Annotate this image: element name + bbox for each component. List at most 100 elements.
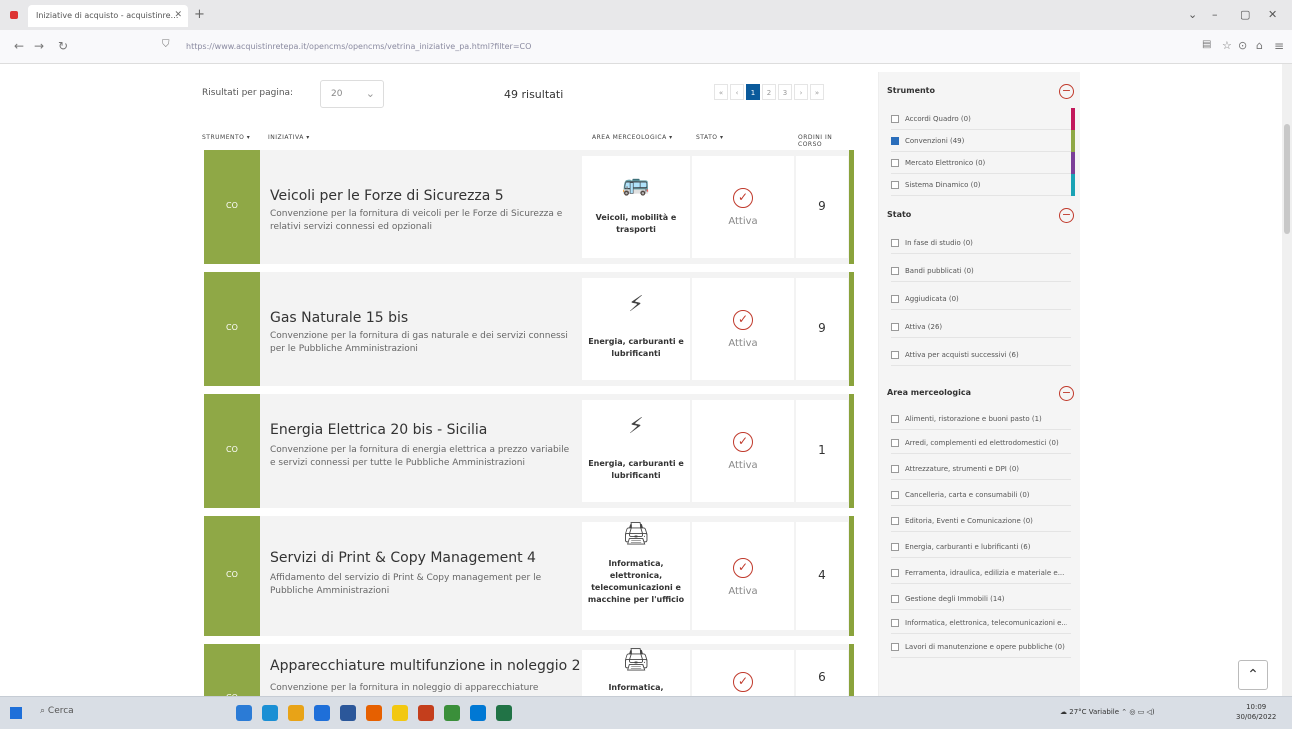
initiative-card[interactable]: CO Veicoli per le Forze di Sicurezza 5 C… xyxy=(204,150,854,264)
store-icon[interactable] xyxy=(314,705,330,721)
powerpoint-icon[interactable] xyxy=(418,705,434,721)
chrome-icon[interactable] xyxy=(288,705,304,721)
filter-option[interactable]: Mercato Elettronico (0) xyxy=(891,152,1075,174)
filter-option[interactable]: Energia, carburanti e lubrificanti (6) xyxy=(891,536,1071,558)
filter-option[interactable]: Cancelleria, carta e consumabili (0) xyxy=(891,484,1071,506)
explorer-icon[interactable] xyxy=(392,705,408,721)
instrument-badge: CO xyxy=(204,272,260,386)
card-orders: 6 xyxy=(796,650,848,696)
card-title[interactable]: Gas Naturale 15 bis xyxy=(270,310,408,326)
excel-icon[interactable] xyxy=(496,705,512,721)
bookmark-star-icon[interactable]: ☆ xyxy=(1222,39,1232,52)
power-tower-icon: ⚡ xyxy=(628,414,644,439)
scrollbar-thumb[interactable] xyxy=(1284,124,1290,234)
forward-icon[interactable]: → xyxy=(34,39,44,53)
browser-menu-icon[interactable] xyxy=(10,11,18,19)
filter-option[interactable]: Informatica, elettronica, telecomunicazi… xyxy=(891,612,1071,634)
card-orders: 4 xyxy=(796,522,848,630)
filter-option[interactable]: Gestione degli Immobili (14) xyxy=(891,588,1071,610)
filter-option[interactable]: Lavori di manutenzione e opere pubbliche… xyxy=(891,636,1071,658)
check-circle-icon: ✓ xyxy=(733,672,753,692)
filter-option[interactable]: Arredi, complementi ed elettrodomestici … xyxy=(891,432,1071,454)
initiative-card[interactable]: CO Servizi di Print & Copy Management 4 … xyxy=(204,516,854,636)
page-1[interactable]: 1 xyxy=(746,84,760,100)
app-menu-icon[interactable]: ≡ xyxy=(1274,39,1284,53)
tracking-shield-icon[interactable]: ⛉ xyxy=(162,39,170,50)
taskbar-clock[interactable]: 10:09 30/06/2022 xyxy=(1236,702,1276,722)
results-count: 49 risultati xyxy=(504,88,564,101)
filter-option[interactable]: Attiva (26) xyxy=(891,316,1071,338)
page-prev[interactable]: ‹ xyxy=(730,84,744,100)
area-label: Informatica, elettronica, telecomunicazi… xyxy=(587,559,685,604)
address-bar[interactable]: https://www.acquistinretepa.it/opencms/o… xyxy=(178,36,1188,58)
rpp-select[interactable]: 20 ⌄ xyxy=(320,80,384,108)
edge-icon[interactable] xyxy=(262,705,278,721)
reload-icon[interactable]: ↻ xyxy=(58,39,68,53)
status-label: Attiva xyxy=(728,216,758,227)
instrument-badge: CO xyxy=(204,150,260,264)
card-title[interactable]: Apparecchiature multifunzione in noleggi… xyxy=(270,658,581,674)
filter-option[interactable]: Aggiudicata (0) xyxy=(891,288,1071,310)
check-circle-icon: ✓ xyxy=(733,432,753,452)
filter-option[interactable]: Editoria, Eventi e Comunicazione (0) xyxy=(891,510,1071,532)
pagination: « ‹ 1 2 3 › » xyxy=(714,84,824,102)
check-circle-icon: ✓ xyxy=(733,188,753,208)
close-window-icon[interactable]: ✕ xyxy=(1268,8,1277,21)
filter-option[interactable]: Ferramenta, idraulica, edilizia e materi… xyxy=(891,562,1071,584)
minimize-icon[interactable]: – xyxy=(1212,8,1218,21)
collapse-icon[interactable]: − xyxy=(1059,84,1074,99)
page-2[interactable]: 2 xyxy=(762,84,776,100)
word-icon[interactable] xyxy=(340,705,356,721)
card-title[interactable]: Energia Elettrica 20 bis - Sicilia xyxy=(270,422,487,438)
url-text: https://www.acquistinretepa.it/opencms/o… xyxy=(186,42,532,51)
close-tab-icon[interactable]: ✕ xyxy=(174,10,182,20)
col-stato[interactable]: STATO ▾ xyxy=(696,134,723,141)
initiative-card[interactable]: CO Apparecchiature multifunzione in nole… xyxy=(204,644,854,696)
initiative-card[interactable]: CO Energia Elettrica 20 bis - Sicilia Co… xyxy=(204,394,854,508)
printer-icon: 🖨 xyxy=(622,522,650,547)
app-icon[interactable] xyxy=(444,705,460,721)
windows-start-icon[interactable] xyxy=(10,707,22,719)
card-area: 🖨 Informatica, elettronica, telecomunica… xyxy=(582,522,690,630)
page-next[interactable]: › xyxy=(794,84,808,100)
collapse-icon[interactable]: − xyxy=(1059,386,1074,401)
filter-option[interactable]: Attiva per acquisti successivi (6) xyxy=(891,344,1071,366)
page-first[interactable]: « xyxy=(714,84,728,100)
filter-option[interactable]: Alimenti, ristorazione e buoni pasto (1) xyxy=(891,408,1071,430)
back-to-top-button[interactable]: ⌃ xyxy=(1238,660,1268,690)
tab-list-icon[interactable]: ⌄ xyxy=(1188,8,1197,21)
filter-option[interactable]: Bandi pubblicati (0) xyxy=(891,260,1071,282)
teams-icon[interactable] xyxy=(470,705,486,721)
task-view-icon[interactable] xyxy=(236,705,252,721)
column-headers: STRUMENTO ▾ INIZIATIVA ▾ AREA MERCEOLOGI… xyxy=(202,134,852,148)
card-main: Energia Elettrica 20 bis - Sicilia Conve… xyxy=(260,394,582,508)
filter-option[interactable]: Sistema Dinamico (0) xyxy=(891,174,1075,196)
card-main: Veicoli per le Forze di Sicurezza 5 Conv… xyxy=(260,150,582,264)
filter-option[interactable]: In fase di studio (0) xyxy=(891,232,1071,254)
extensions-icon[interactable]: ⌂ xyxy=(1256,39,1263,52)
maximize-icon[interactable]: ▢ xyxy=(1240,8,1250,21)
initiative-card[interactable]: CO Gas Naturale 15 bis Convenzione per l… xyxy=(204,272,854,386)
weather-widget[interactable]: ☁ 27°C Variabile ⌃ ◎ ▭ ◁) xyxy=(1060,708,1155,716)
collapse-icon[interactable]: − xyxy=(1059,208,1074,223)
filter-option[interactable]: Accordi Quadro (0) xyxy=(891,108,1075,130)
pocket-icon[interactable]: ⊙ xyxy=(1238,39,1247,52)
filter-option[interactable]: Attrezzature, strumenti e DPI (0) xyxy=(891,458,1071,480)
page-last[interactable]: » xyxy=(810,84,824,100)
card-title[interactable]: Servizi di Print & Copy Management 4 xyxy=(270,550,536,566)
card-status: ✓ Attiva xyxy=(692,156,794,258)
reader-view-icon[interactable]: ▤ xyxy=(1202,39,1211,50)
firefox-icon[interactable] xyxy=(366,705,382,721)
new-tab-button[interactable]: + xyxy=(194,7,205,22)
page-scrollbar[interactable] xyxy=(1282,64,1292,696)
back-icon[interactable]: ← xyxy=(14,39,24,53)
page-3[interactable]: 3 xyxy=(778,84,792,100)
filter-group-title: Strumento xyxy=(887,86,936,95)
col-area[interactable]: AREA MERCEOLOGICA ▾ xyxy=(592,134,673,141)
browser-tab[interactable]: Iniziative di acquisto - acquistinre… ✕ xyxy=(28,5,188,27)
card-title[interactable]: Veicoli per le Forze di Sicurezza 5 xyxy=(270,188,504,204)
filter-option[interactable]: Convenzioni (49) xyxy=(891,130,1075,152)
col-strumento[interactable]: STRUMENTO ▾ xyxy=(202,134,250,141)
taskbar-search[interactable]: ⌕ Cerca xyxy=(40,706,74,716)
col-iniziativa[interactable]: INIZIATIVA ▾ xyxy=(268,134,310,141)
